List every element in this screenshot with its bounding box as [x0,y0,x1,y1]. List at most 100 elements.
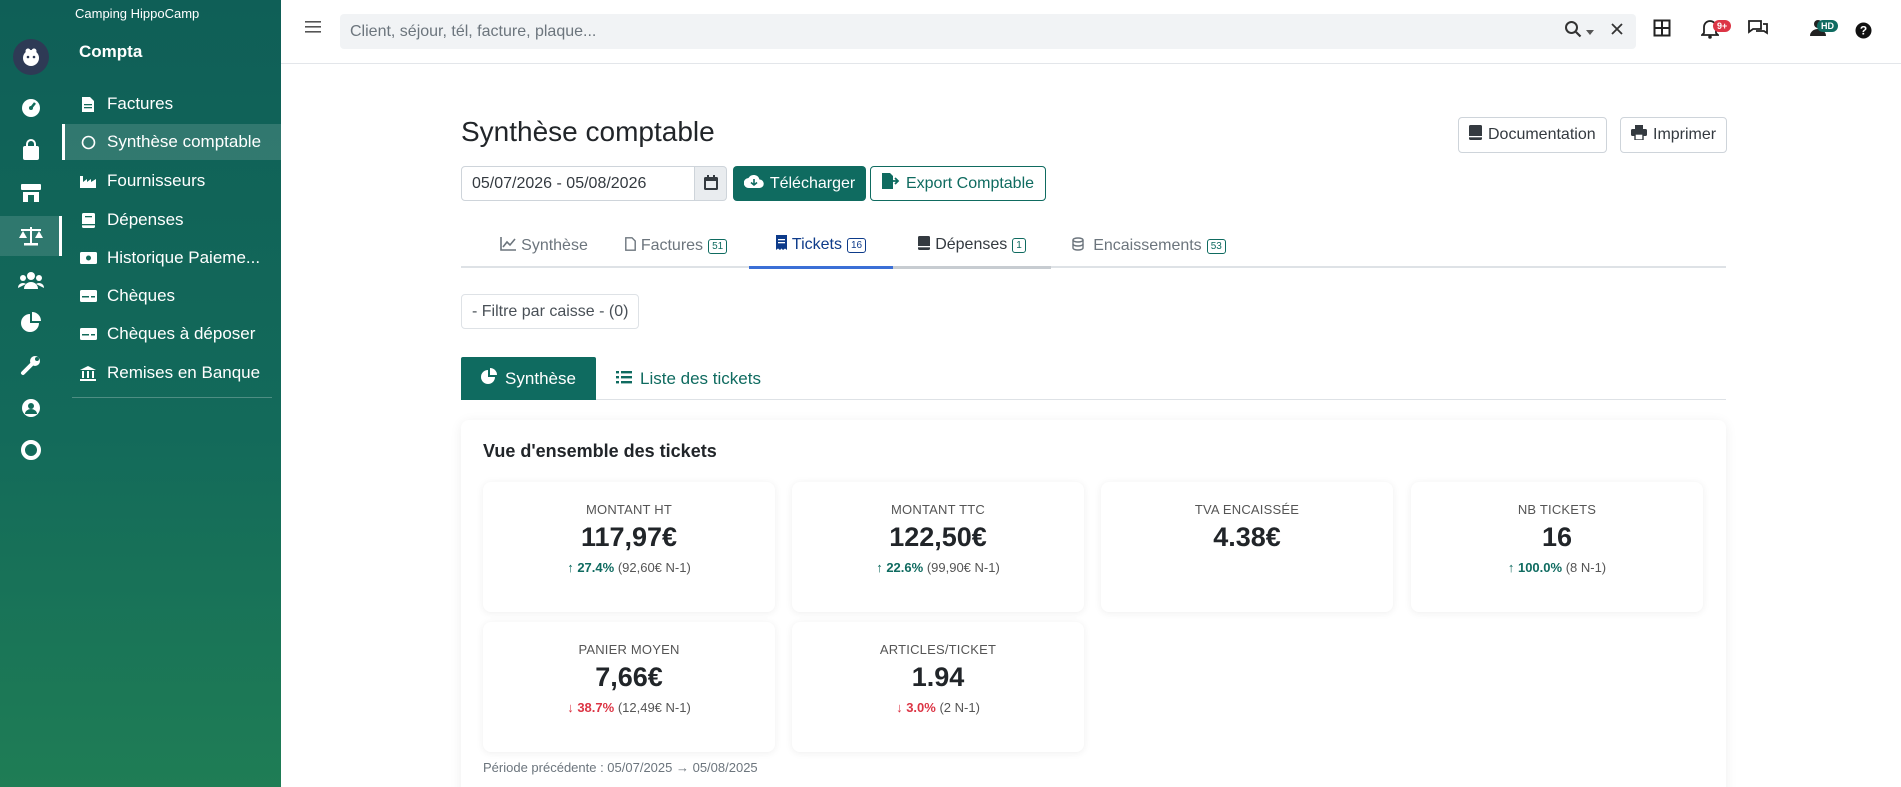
bank-icon [79,364,97,382]
sidebar-item-label: Historique Paieme... [107,248,261,267]
sidebar-item-label: Chèques [107,286,176,305]
tab-factures[interactable]: Factures 51 [617,224,735,268]
download-button[interactable]: Télécharger [733,166,866,201]
file-icon [79,95,97,113]
search-placeholder: Client, séjour, tél, facture, plaque... [350,22,597,40]
stat-tva-encaissee: TVA ENCAISSÉE 4.38€ [1101,482,1393,612]
shopping-bag-icon[interactable] [0,130,62,170]
stat-value: 16 [1541,522,1573,552]
clear-search-icon[interactable] [1611,22,1623,38]
tab-label: Encaissements [1093,237,1202,254]
sidebar-item-cheques[interactable]: Chèques [62,278,281,314]
hamburger-menu-icon[interactable] [305,20,321,37]
industry-icon [79,172,97,190]
trend-previous: (8 N-1) [1565,560,1607,575]
cash-register-filter-button[interactable]: - Filtre par caisse - (0) [461,294,640,329]
stat-value: 7,66€ [595,662,663,692]
sidebar-item-historique-paiements[interactable]: Historique Paieme... [62,240,281,276]
life-ring-icon[interactable] [0,430,62,470]
file-export-icon [881,173,900,194]
trend-percent: ↑ 100.0% [1507,560,1563,575]
tab-count: 51 [708,238,728,254]
trend-previous: (12,49€ N-1) [617,700,691,715]
sidebar-divider [72,397,272,398]
coins-icon [1072,236,1088,256]
stat-label: TVA ENCAISSÉE [1194,502,1300,517]
side-panel: Camping HippoCamp Compta Factures Synthè… [62,0,281,787]
grid-view-icon[interactable] [1653,19,1671,40]
stat-value: 4.38€ [1213,522,1281,552]
global-search-input[interactable]: Client, séjour, tél, facture, plaque... [340,14,1636,49]
wrench-icon[interactable] [0,345,62,385]
trend-percent: ↓ 38.7% [567,700,615,715]
pie-chart-icon [481,368,498,389]
stat-trend: ↑ 100.0% (8 N-1) [1411,560,1703,575]
receipt-icon [775,235,787,255]
stat-panier-moyen: PANIER MOYEN 7,66€ ↓ 38.7% (12,49€ N-1) [483,622,775,752]
subtab-label: Liste des tickets [640,368,761,388]
search-icon [1564,20,1582,41]
book-icon [1469,125,1482,145]
sidebar-item-factures[interactable]: Factures [62,86,281,122]
icon-rail [0,0,62,787]
trend-percent: ↑ 27.4% [567,560,615,575]
pie-chart-icon[interactable] [0,302,62,342]
export-label: Export Comptable [905,174,1035,192]
stat-label: PANIER MOYEN [578,642,680,657]
sidebar-item-label: Synthèse comptable [107,132,262,151]
dashboard-icon[interactable] [0,88,62,128]
print-button[interactable]: Imprimer [1620,117,1728,153]
balance-scale-icon[interactable] [0,216,62,256]
cloud-download-icon [743,174,764,194]
tab-depenses[interactable]: Dépenses 1 [893,224,1051,269]
hippo-logo-icon[interactable] [13,39,49,75]
date-range-input[interactable]: 05/07/2026 - 05/08/2026 [461,166,695,201]
card-icon [79,287,97,305]
tab-synthese[interactable]: Synthèse [481,224,607,268]
card-icon [79,325,97,343]
calendar-icon [703,174,718,193]
stat-label: NB TICKETS [1517,502,1597,517]
documentation-label: Documentation [1488,126,1596,143]
stat-trend: ↓ 3.0% (2 N-1) [792,700,1084,715]
user-circle-icon[interactable] [0,388,62,428]
sidebar-item-remises-en-banque[interactable]: Remises en Banque [62,355,281,391]
sidebar-item-synthese-comptable[interactable]: Synthèse comptable [62,124,281,160]
subtab-label: Synthèse [505,368,576,388]
tab-count: 1 [1012,237,1026,253]
previous-period-note: Période précédente : 05/07/2025 → 05/08/… [483,760,758,775]
calendar-button[interactable] [695,166,727,201]
card-title: Vue d'ensemble des tickets [483,441,717,461]
documentation-button[interactable]: Documentation [1458,117,1607,153]
tab-label: Tickets [791,236,842,253]
subtab-liste-tickets[interactable]: Liste des tickets [616,357,761,400]
stat-value: 117,97€ [580,522,678,552]
sidebar-item-cheques-a-deposer[interactable]: Chèques à déposer [62,316,281,352]
help-icon[interactable]: ? [1855,22,1872,42]
stat-trend: ↑ 27.4% (92,60€ N-1) [483,560,775,575]
tab-label: Factures [640,237,704,254]
search-options-button[interactable] [1564,20,1594,41]
sidebar-item-fournisseurs[interactable]: Fournisseurs [62,163,281,199]
money-icon [79,249,97,267]
tab-tickets[interactable]: Tickets 16 [749,224,893,269]
chat-icon[interactable] [1747,19,1769,40]
circle-icon [79,133,97,151]
user-initials-badge: HD [1817,20,1838,32]
trend-previous: (2 N-1) [939,700,980,715]
list-icon [616,369,632,389]
sidebar-item-label: Fournisseurs [107,171,206,190]
tickets-overview-card: Vue d'ensemble des tickets MONTANT HT 11… [461,420,1726,787]
stat-value: 1.94 [911,662,965,692]
tab-label: Dépenses [935,236,1008,253]
store-icon[interactable] [0,173,62,213]
subtab-synthese[interactable]: Synthèse [461,357,596,400]
users-icon[interactable] [0,260,62,300]
tab-encaissements[interactable]: Encaissements 53 [1061,224,1237,268]
tab-label: Synthèse [521,237,588,254]
svg-text:?: ? [1860,24,1867,38]
printer-icon [1631,125,1647,145]
export-comptable-button[interactable]: Export Comptable [870,166,1046,201]
notifications-badge: 9+ [1713,20,1732,32]
sidebar-item-depenses[interactable]: Dépenses [62,202,281,238]
